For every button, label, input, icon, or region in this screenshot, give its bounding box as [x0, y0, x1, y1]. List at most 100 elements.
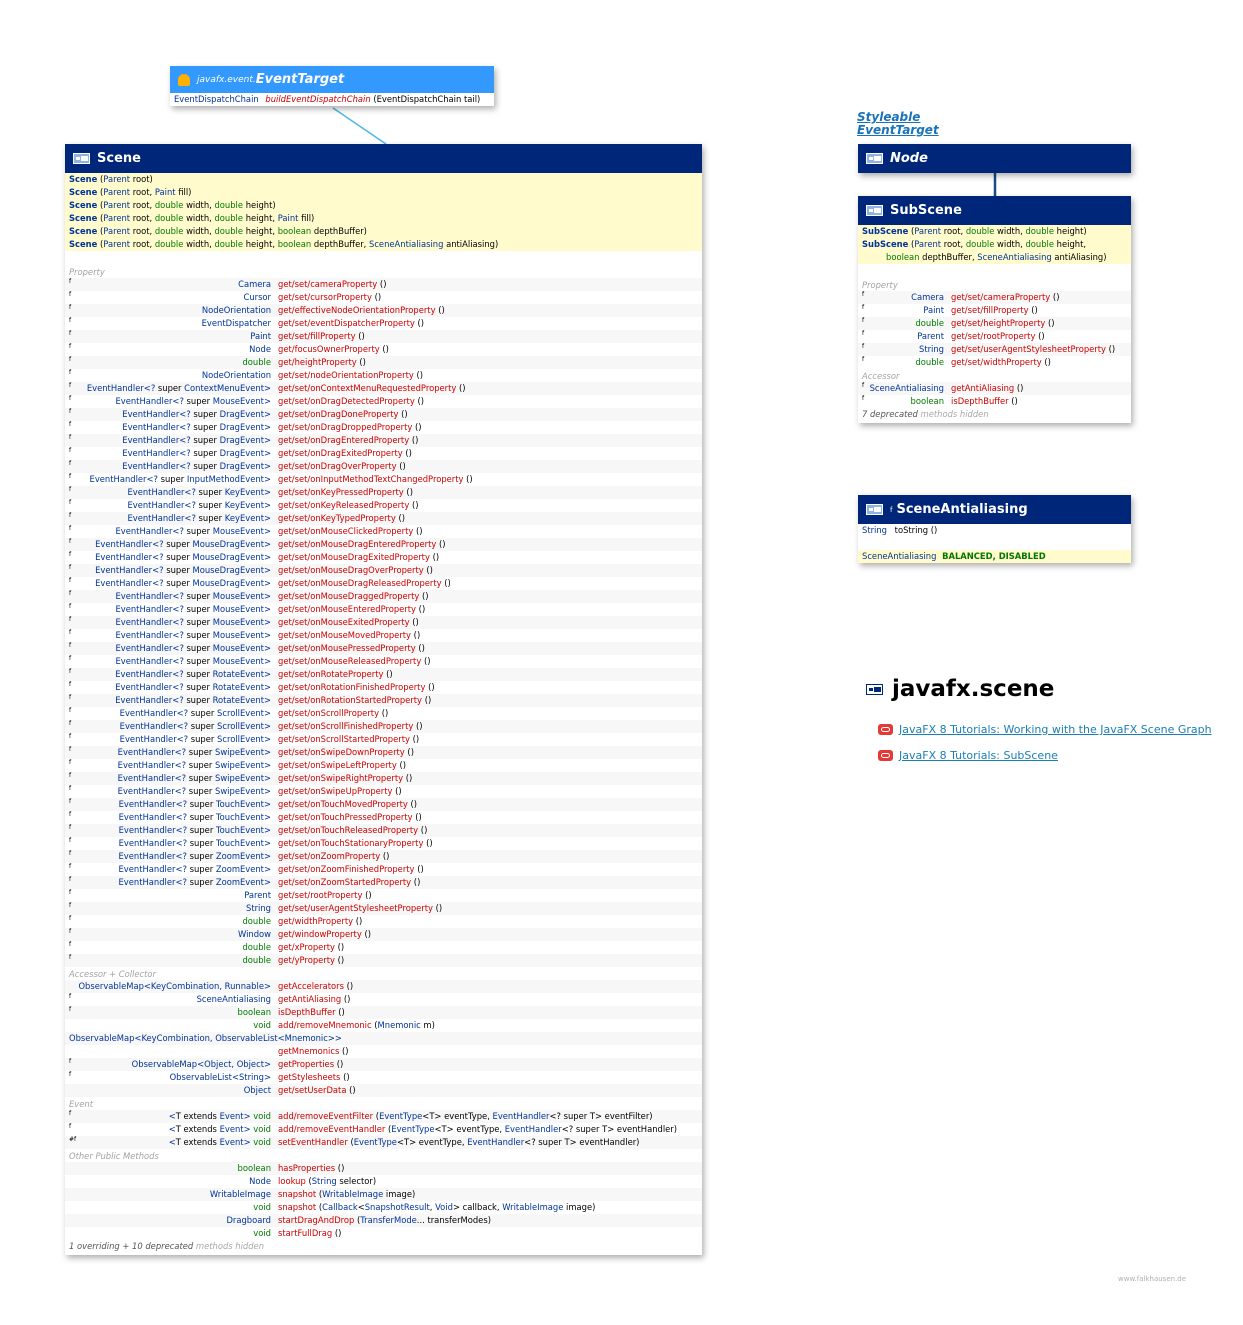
event-target-box[interactable]: javafx.event. EventTarget EventDispatchC… [170, 66, 494, 106]
scene-member-row: f EventHandler<? super TouchEvent> get/set… [69, 811, 422, 822]
scene-member-row: ObservableMap<KeyCombination, Observable… [65, 1032, 702, 1045]
watermark: www.falkhausen.de [1118, 1275, 1187, 1283]
scene-section-label: Event [69, 1099, 93, 1109]
scene-member-row: f EventHandler<? super DragEvent> get/set/… [69, 447, 412, 458]
event-target-link[interactable]: EventTarget [857, 124, 939, 137]
event-target-package: javafx.event. [197, 74, 256, 85]
scene-section-label: Property [69, 267, 105, 277]
scene-member-row: f NodeOrientation get/set/nodeOrientationP… [69, 369, 424, 380]
scene-member-row: void snapshot (Callback<SnapshotResult, V… [253, 1202, 596, 1212]
subscene-member-row: f Camera get/set/cameraProperty () [858, 291, 1131, 304]
scene-members: Property f Camera get/set/cameraProperty ()… [65, 265, 702, 1240]
scene-member-row: f EventHandler<? super MouseEvent> get/set… [69, 629, 421, 640]
scene-member-row: f EventHandler<? super KeyEvent> get/set/o… [65, 512, 702, 525]
scene-member-row: f EventHandler<? super ScrollEvent> get/se… [69, 733, 420, 744]
subscene-footer: 7 deprecated methods hidden [862, 409, 989, 419]
subscene-header: SubScene [858, 196, 1131, 225]
final-marker: f [890, 505, 893, 514]
scene-member-row: f EventHandler<? super MouseEvent> get/set… [69, 603, 426, 614]
scene-member-row: f EventHandler<? super DragEvent> get/set/… [65, 408, 702, 421]
oracle-icon [878, 724, 893, 735]
scene-member-row: f Camera get/set/cameraProperty () [65, 278, 702, 291]
scene-member-row: f EventHandler<? super MouseEvent> get/set… [69, 655, 431, 666]
scene-constructor-row: Scene (Parent root, double width, double… [65, 199, 702, 212]
scene-header: Scene [65, 144, 702, 173]
scene-member-row: f EventDispatcher get/set/eventDispatcherP… [69, 317, 425, 328]
scene-member-row: f EventHandler<? super RotateEvent> get/se… [65, 694, 702, 707]
scene-member-row: f EventHandler<? super KeyEvent> get/set/o… [69, 499, 419, 510]
scene-member-row: f Parent get/set/rootProperty () [69, 889, 372, 900]
scene-member-row: f EventHandler<? super TouchEvent> get/set… [65, 798, 702, 811]
scene-member-row: f EventHandler<? super ScrollEvent> get/se… [69, 707, 389, 718]
scene-member-row: f EventHandler<? super MouseEvent> get/set… [65, 590, 702, 603]
event-target-method-row: EventDispatchChain buildEventDispatchCha… [174, 94, 481, 104]
scene-member-row: f EventHandler<? super MouseEvent> get/set… [65, 642, 702, 655]
scene-member-row: f Cursor get/set/cursorProperty () [69, 291, 382, 302]
sub-constructor-row: SubScene (Parent root, double width, dou… [858, 225, 1131, 238]
scene-member-row: f EventHandler<? super MouseEvent> get/set… [69, 395, 425, 406]
scene-antialiasing-box[interactable]: f SceneAntialiasing String toString () S… [858, 495, 1131, 563]
scene-member-row: f EventHandler<? super DragEvent> get/set/… [65, 434, 702, 447]
scene-member-row: f EventHandler<? super MouseEvent> get/set… [65, 616, 702, 629]
class-icon [866, 153, 883, 164]
scene-member-row: f ObservableList<String> getStylesheets () [69, 1071, 350, 1082]
scene-constructor-row: Scene (Parent root) [65, 173, 702, 186]
scene-member-row: f EventHandler<? super MouseEvent> get/set… [69, 525, 423, 536]
scene-constructor-row: Scene (Parent root, Paint fill) [65, 186, 702, 199]
scene-member-row: Dragboard startDragAndDrop (TransferMode.… [65, 1214, 702, 1227]
scene-member-row: f EventHandler<? super ZoomEvent> get/set/… [65, 876, 702, 889]
event-target-name: EventTarget [255, 72, 345, 87]
scene-member-row: f EventHandler<? super MouseDragEvent> get… [69, 551, 440, 562]
subscene-member-row: f double get/set/heightProperty () [858, 317, 1131, 330]
scene-section-label: Other Public Methods [69, 1151, 159, 1161]
scene-member-row: void startFullDrag () [253, 1228, 342, 1238]
package-icon [866, 683, 883, 695]
scene-member-row: getMnemonics () [278, 1046, 349, 1056]
scene-member-row: f EventHandler<? super SwipeEvent> get/set… [65, 772, 702, 785]
subscene-member-row: f Parent get/set/rootProperty () [862, 330, 1045, 341]
subscene-member-row: f String get/set/userAgentStylesheetProper… [858, 343, 1131, 356]
scene-member-row: f ObservableMap<Object, Object> getPropert… [65, 1058, 702, 1071]
class-icon [866, 504, 883, 515]
scene-member-row: f SceneAntialiasing getAntiAliasing () [69, 993, 351, 1004]
scene-member-row: f Paint get/set/fillProperty () [65, 330, 702, 343]
scene-member-row: f EventHandler<? super ScrollEvent> get/se… [65, 720, 702, 733]
subscene-member-row: f boolean isDepthBuffer () [862, 395, 1018, 406]
scene-member-row: f EventHandler<? super MouseDragEvent> get… [65, 538, 702, 551]
scene-box[interactable]: Scene Scene (Parent root) Scene (Parent r… [65, 144, 702, 1255]
scene-member-row: f EventHandler<? super MouseDragEvent> get… [69, 577, 451, 588]
scene-member-row: f Window get/windowProperty () [65, 928, 702, 941]
scene-member-row: f <T extends Event> void add/removeEventHa… [69, 1123, 678, 1134]
scene-footer: 1 overriding + 10 deprecated methods hid… [69, 1241, 265, 1251]
scene-constructor-row: Scene (Parent root, double width, double… [65, 225, 702, 238]
tostring-row: String toString () [862, 525, 938, 535]
event-target-header: javafx.event. EventTarget [170, 66, 494, 93]
node-header: Node [858, 144, 1131, 173]
scene-section-label: Accessor + Collector [69, 969, 156, 979]
subscene-section-label: Accessor [862, 371, 900, 381]
scene-member-row: f boolean isDepthBuffer () [65, 1006, 702, 1019]
tutorial-link-subscene[interactable]: JavaFX 8 Tutorials: SubScene [878, 749, 1058, 762]
oracle-icon [878, 750, 893, 761]
bell-icon [178, 73, 190, 86]
subscene-box[interactable]: SubScene SubScene (Parent root, double w… [858, 196, 1131, 423]
subscene-member-row: f SceneAntialiasing getAntiAliasing () [858, 382, 1131, 395]
scene-member-row: f EventHandler<? super SwipeEvent> get/set… [69, 785, 402, 796]
scene-title: Scene [97, 151, 141, 166]
enum-values-row: SceneAntialiasing BALANCED, DISABLED [858, 550, 1131, 563]
scene-member-row: boolean hasProperties () [65, 1162, 702, 1175]
scene-member-row: f <T extends Event> void add/removeEventFi… [65, 1110, 702, 1123]
subscene-constructors: SubScene (Parent root, double width, dou… [858, 225, 1131, 264]
scene-member-row: WritableImage snapshot (WritableImage ima… [65, 1188, 702, 1201]
subscene-member-row: f Paint get/set/fillProperty () [862, 304, 1038, 315]
scene-member-row: Node lookup (String selector) [249, 1176, 377, 1186]
class-icon [866, 205, 883, 216]
subscene-section-label: Property [862, 280, 898, 290]
node-box[interactable]: Node [858, 144, 1131, 173]
tutorial-link-scene-graph[interactable]: JavaFX 8 Tutorials: Working with the Jav… [878, 723, 1212, 736]
scene-member-row: f EventHandler<? super DragEvent> get/set/… [65, 460, 702, 473]
subscene-title: SubScene [890, 203, 962, 218]
scene-member-row: f EventHandler<? super ZoomEvent> get/set/… [65, 850, 702, 863]
scene-antialiasing-title: SceneAntialiasing [896, 502, 1028, 517]
scene-antialiasing-header: f SceneAntialiasing [858, 495, 1131, 524]
